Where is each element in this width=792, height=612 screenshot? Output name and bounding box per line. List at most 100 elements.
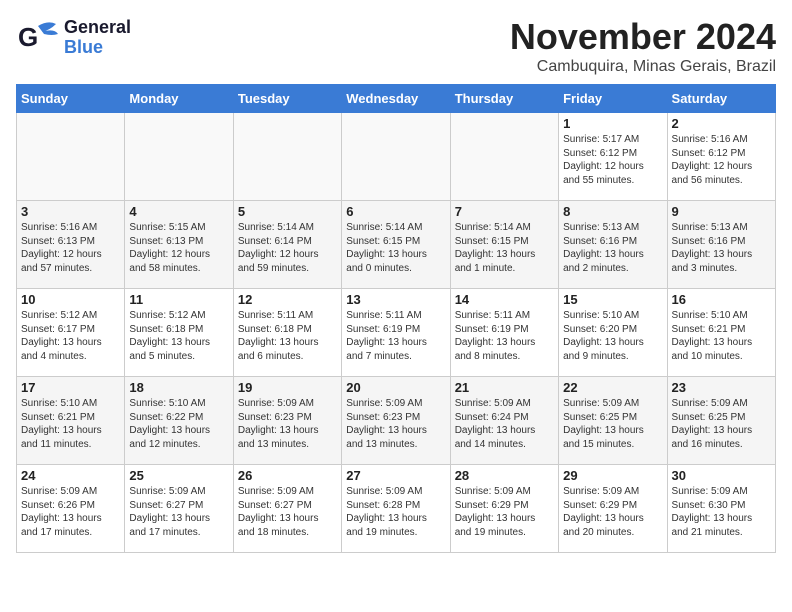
- calendar-cell: 2 Sunrise: 5:16 AMSunset: 6:12 PMDaylight…: [667, 113, 775, 201]
- header-thursday: Thursday: [450, 85, 558, 113]
- day-info: Sunrise: 5:09 AMSunset: 6:29 PMDaylight:…: [563, 485, 662, 539]
- calendar-week-5: 24Sunrise: 5:09 AMSunset: 6:26 PMDayligh…: [17, 465, 776, 553]
- day-info: Sunrise: 5:11 AMSunset: 6:19 PMDaylight:…: [346, 309, 445, 363]
- day-info: Sunrise: 5:10 AMSunset: 6:20 PMDaylight:…: [563, 309, 662, 363]
- calendar-cell: 11 Sunrise: 5:12 AMSunset: 6:18 PMDayligh…: [125, 289, 233, 377]
- title-area: November 2024 Cambuquira, Minas Gerais, …: [510, 16, 776, 76]
- calendar-cell: 17 Sunrise: 5:10 AMSunset: 6:21 PMDayligh…: [17, 377, 125, 465]
- day-info: Sunrise: 5:16 AMSunset: 6:13 PMDaylight:…: [21, 221, 120, 275]
- day-number: 6: [346, 204, 445, 219]
- day-number: 15: [563, 292, 662, 307]
- day-number: 2: [672, 116, 771, 131]
- calendar-cell: 16Sunrise: 5:10 AMSunset: 6:21 PMDayligh…: [667, 289, 775, 377]
- day-info: Sunrise: 5:13 AMSunset: 6:16 PMDaylight:…: [563, 221, 662, 275]
- calendar-cell: 14 Sunrise: 5:11 AMSunset: 6:19 PMDayligh…: [450, 289, 558, 377]
- day-info: Sunrise: 5:09 AMSunset: 6:23 PMDaylight:…: [238, 397, 337, 451]
- calendar-cell: 25 Sunrise: 5:09 AMSunset: 6:27 PMDayligh…: [125, 465, 233, 553]
- calendar-cell: 27 Sunrise: 5:09 AMSunset: 6:28 PMDayligh…: [342, 465, 450, 553]
- day-info: Sunrise: 5:14 AMSunset: 6:15 PMDaylight:…: [455, 221, 554, 275]
- header-saturday: Saturday: [667, 85, 775, 113]
- calendar-cell: 12 Sunrise: 5:11 AMSunset: 6:18 PMDayligh…: [233, 289, 341, 377]
- day-number: 7: [455, 204, 554, 219]
- day-number: 1: [563, 116, 662, 131]
- calendar-cell: 21 Sunrise: 5:09 AMSunset: 6:24 PMDayligh…: [450, 377, 558, 465]
- day-number: 8: [563, 204, 662, 219]
- day-info: Sunrise: 5:11 AMSunset: 6:18 PMDaylight:…: [238, 309, 337, 363]
- calendar-cell: 29 Sunrise: 5:09 AMSunset: 6:29 PMDayligh…: [559, 465, 667, 553]
- calendar-cell: [342, 113, 450, 201]
- svg-text:G: G: [18, 22, 38, 52]
- day-info: Sunrise: 5:09 AMSunset: 6:27 PMDaylight:…: [238, 485, 337, 539]
- calendar-cell: 22 Sunrise: 5:09 AMSunset: 6:25 PMDayligh…: [559, 377, 667, 465]
- day-number: 18: [129, 380, 228, 395]
- logo-general: General: [64, 17, 131, 37]
- calendar-cell: 26 Sunrise: 5:09 AMSunset: 6:27 PMDayligh…: [233, 465, 341, 553]
- calendar-cell: [125, 113, 233, 201]
- calendar-cell: 1 Sunrise: 5:17 AMSunset: 6:12 PMDaylight…: [559, 113, 667, 201]
- day-number: 20: [346, 380, 445, 395]
- calendar-header-row: SundayMondayTuesdayWednesdayThursdayFrid…: [17, 85, 776, 113]
- calendar-cell: 13 Sunrise: 5:11 AMSunset: 6:19 PMDayligh…: [342, 289, 450, 377]
- calendar-cell: 10Sunrise: 5:12 AMSunset: 6:17 PMDayligh…: [17, 289, 125, 377]
- calendar-cell: 23 Sunrise: 5:09 AMSunset: 6:25 PMDayligh…: [667, 377, 775, 465]
- day-info: Sunrise: 5:17 AMSunset: 6:12 PMDaylight:…: [563, 133, 662, 187]
- day-number: 12: [238, 292, 337, 307]
- calendar-cell: 30Sunrise: 5:09 AMSunset: 6:30 PMDayligh…: [667, 465, 775, 553]
- header-sunday: Sunday: [17, 85, 125, 113]
- calendar-cell: [450, 113, 558, 201]
- calendar-cell: 24Sunrise: 5:09 AMSunset: 6:26 PMDayligh…: [17, 465, 125, 553]
- day-number: 29: [563, 468, 662, 483]
- day-info: Sunrise: 5:14 AMSunset: 6:14 PMDaylight:…: [238, 221, 337, 275]
- calendar-table: SundayMondayTuesdayWednesdayThursdayFrid…: [16, 84, 776, 553]
- day-info: Sunrise: 5:14 AMSunset: 6:15 PMDaylight:…: [346, 221, 445, 275]
- day-info: Sunrise: 5:13 AMSunset: 6:16 PMDaylight:…: [672, 221, 771, 275]
- calendar-cell: 6 Sunrise: 5:14 AMSunset: 6:15 PMDaylight…: [342, 201, 450, 289]
- day-number: 21: [455, 380, 554, 395]
- month-title: November 2024: [510, 16, 776, 58]
- day-info: Sunrise: 5:09 AMSunset: 6:24 PMDaylight:…: [455, 397, 554, 451]
- day-info: Sunrise: 5:09 AMSunset: 6:27 PMDaylight:…: [129, 485, 228, 539]
- day-info: Sunrise: 5:10 AMSunset: 6:21 PMDaylight:…: [21, 397, 120, 451]
- calendar-cell: 19 Sunrise: 5:09 AMSunset: 6:23 PMDayligh…: [233, 377, 341, 465]
- calendar-cell: [17, 113, 125, 201]
- day-number: 14: [455, 292, 554, 307]
- calendar-cell: 8 Sunrise: 5:13 AMSunset: 6:16 PMDaylight…: [559, 201, 667, 289]
- location-title: Cambuquira, Minas Gerais, Brazil: [510, 58, 776, 76]
- calendar-week-4: 17 Sunrise: 5:10 AMSunset: 6:21 PMDayligh…: [17, 377, 776, 465]
- day-info: Sunrise: 5:11 AMSunset: 6:19 PMDaylight:…: [455, 309, 554, 363]
- logo: G General Blue: [16, 16, 131, 60]
- day-number: 26: [238, 468, 337, 483]
- day-info: Sunrise: 5:12 AMSunset: 6:17 PMDaylight:…: [21, 309, 120, 363]
- day-info: Sunrise: 5:16 AMSunset: 6:12 PMDaylight:…: [672, 133, 771, 187]
- day-number: 19: [238, 380, 337, 395]
- day-number: 23: [672, 380, 771, 395]
- day-number: 3: [21, 204, 120, 219]
- day-number: 4: [129, 204, 228, 219]
- calendar-week-1: 1 Sunrise: 5:17 AMSunset: 6:12 PMDaylight…: [17, 113, 776, 201]
- day-info: Sunrise: 5:12 AMSunset: 6:18 PMDaylight:…: [129, 309, 228, 363]
- day-number: 9: [672, 204, 771, 219]
- day-number: 27: [346, 468, 445, 483]
- day-number: 17: [21, 380, 120, 395]
- day-number: 24: [21, 468, 120, 483]
- header-friday: Friday: [559, 85, 667, 113]
- day-info: Sunrise: 5:09 AMSunset: 6:30 PMDaylight:…: [672, 485, 771, 539]
- day-number: 5: [238, 204, 337, 219]
- logo-blue: Blue: [64, 37, 103, 57]
- day-number: 11: [129, 292, 228, 307]
- day-info: Sunrise: 5:09 AMSunset: 6:29 PMDaylight:…: [455, 485, 554, 539]
- day-info: Sunrise: 5:09 AMSunset: 6:28 PMDaylight:…: [346, 485, 445, 539]
- day-info: Sunrise: 5:09 AMSunset: 6:25 PMDaylight:…: [672, 397, 771, 451]
- day-info: Sunrise: 5:09 AMSunset: 6:25 PMDaylight:…: [563, 397, 662, 451]
- day-info: Sunrise: 5:09 AMSunset: 6:23 PMDaylight:…: [346, 397, 445, 451]
- day-info: Sunrise: 5:10 AMSunset: 6:21 PMDaylight:…: [672, 309, 771, 363]
- day-number: 25: [129, 468, 228, 483]
- day-number: 22: [563, 380, 662, 395]
- day-number: 13: [346, 292, 445, 307]
- calendar-cell: 9 Sunrise: 5:13 AMSunset: 6:16 PMDaylight…: [667, 201, 775, 289]
- calendar-cell: 4 Sunrise: 5:15 AMSunset: 6:13 PMDaylight…: [125, 201, 233, 289]
- header-monday: Monday: [125, 85, 233, 113]
- calendar-week-2: 3 Sunrise: 5:16 AMSunset: 6:13 PMDaylight…: [17, 201, 776, 289]
- day-info: Sunrise: 5:15 AMSunset: 6:13 PMDaylight:…: [129, 221, 228, 275]
- calendar-cell: 3 Sunrise: 5:16 AMSunset: 6:13 PMDaylight…: [17, 201, 125, 289]
